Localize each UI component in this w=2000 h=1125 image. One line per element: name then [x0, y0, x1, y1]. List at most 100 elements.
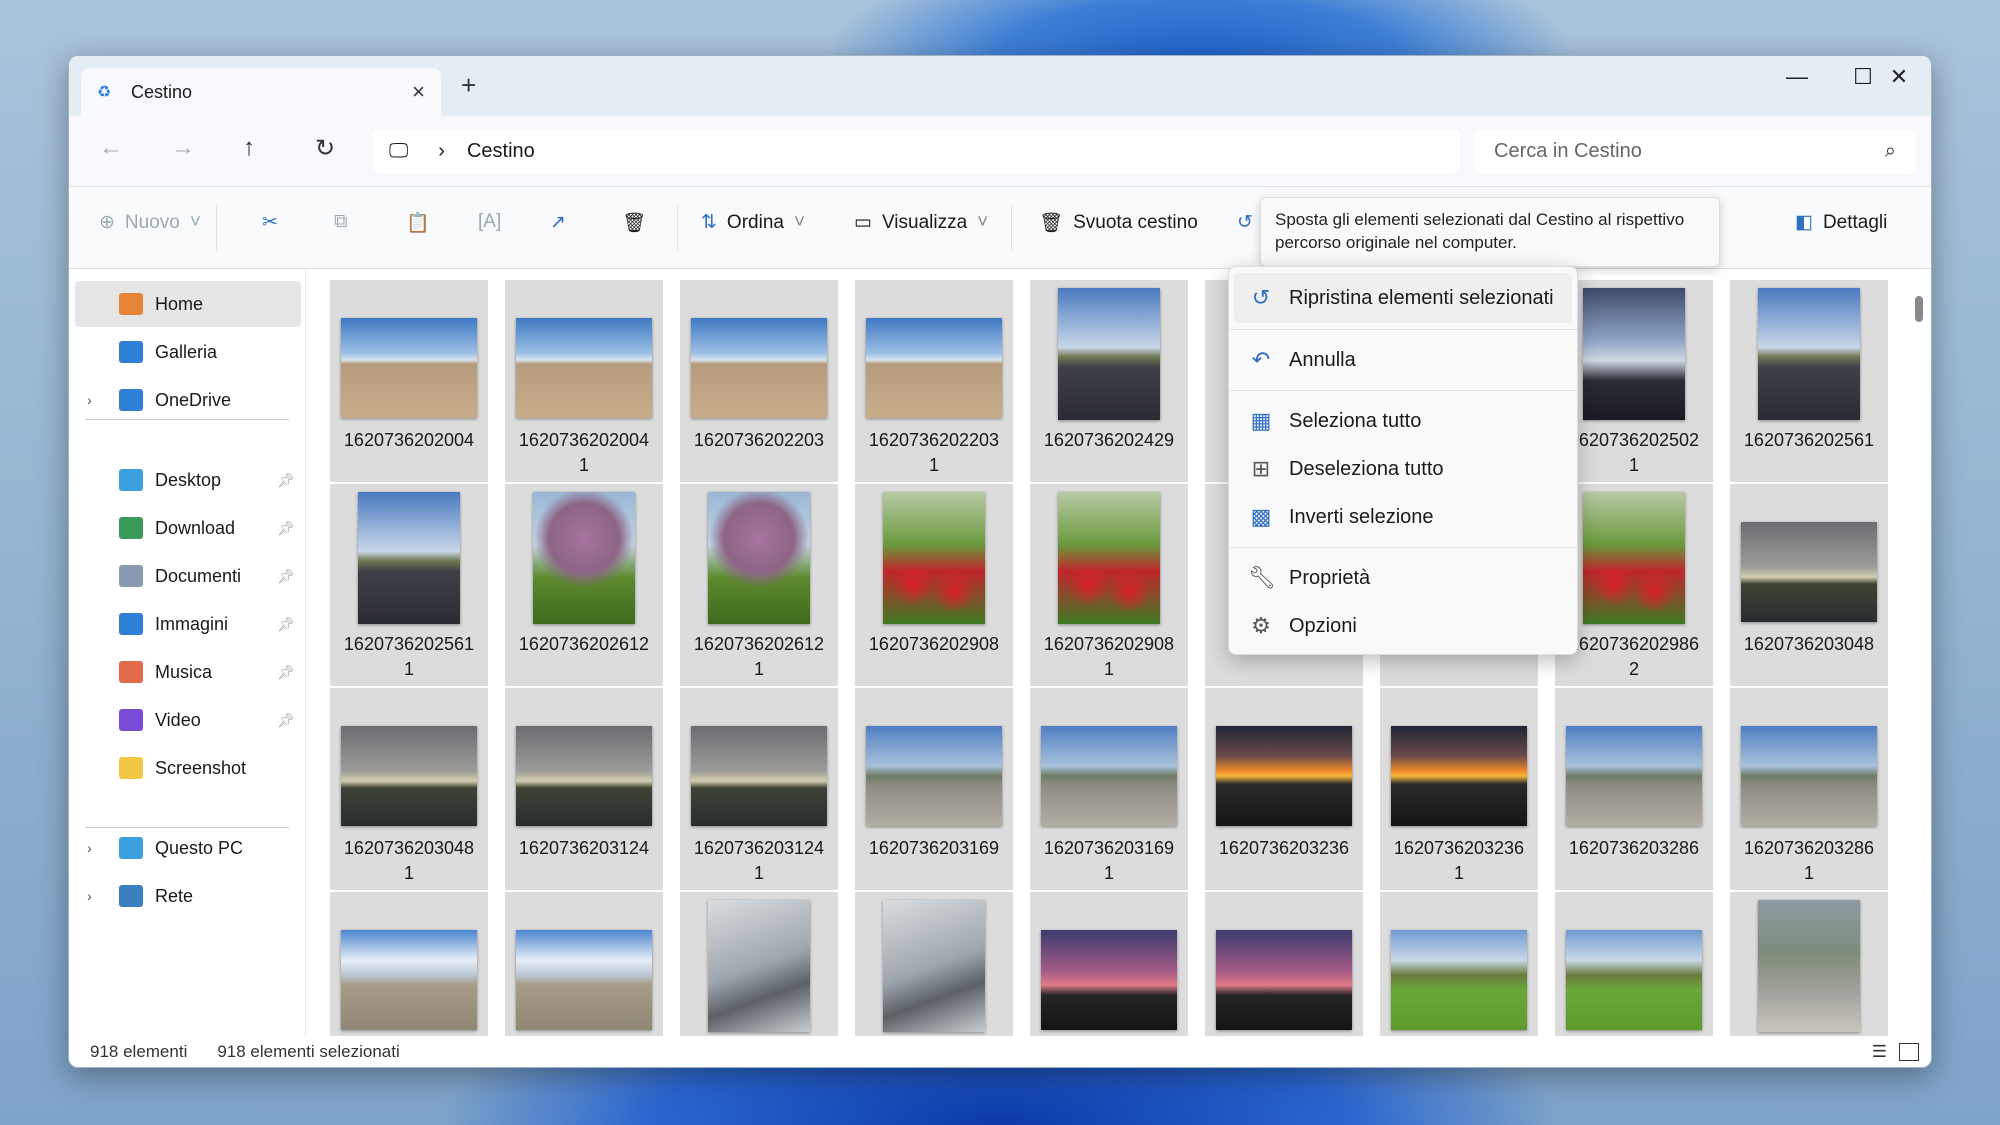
thumbnail	[1741, 522, 1877, 622]
rename-icon[interactable]: [A]	[478, 211, 501, 233]
file-item[interactable]	[1030, 892, 1188, 1036]
new-button[interactable]: ⊕ Nuovo ˅	[99, 211, 201, 234]
expand-chevron-icon[interactable]: ›	[87, 392, 92, 408]
file-item[interactable]: 1620736202612	[505, 484, 663, 686]
file-item[interactable]	[1555, 892, 1713, 1036]
file-item[interactable]: 1620736202004 1	[505, 280, 663, 482]
menu-label: Seleziona tutto	[1289, 409, 1422, 432]
sidebar-item-download[interactable]: Download 📌︎	[75, 505, 301, 551]
minimize-button[interactable]: —	[1767, 64, 1827, 90]
file-item[interactable]: 1620736202986 2	[1555, 484, 1713, 686]
sidebar-item-home[interactable]: Home	[75, 281, 301, 327]
sort-button[interactable]: ⇅ Ordina ˅	[701, 211, 805, 234]
file-item[interactable]	[330, 892, 488, 1036]
file-item[interactable]: 1620736203169 1	[1030, 688, 1188, 890]
sidebar-item-immagini[interactable]: Immagini 📌︎	[75, 601, 301, 647]
sidebar-item-label: Musica	[155, 661, 213, 682]
file-item[interactable]: 1620736203236 1	[1380, 688, 1538, 890]
sidebar-item-musica[interactable]: Musica 📌︎	[75, 649, 301, 695]
file-item[interactable]	[505, 892, 663, 1036]
pin-icon[interactable]: 📌︎	[277, 712, 295, 729]
file-item[interactable]	[1205, 892, 1363, 1036]
close-tab-icon[interactable]: ×	[412, 79, 425, 105]
pin-icon[interactable]: 📌︎	[277, 568, 295, 585]
menu-options[interactable]: ⚙ Opzioni	[1234, 602, 1572, 650]
thumbnail	[1758, 900, 1860, 1032]
file-item[interactable]: 1620736203048 1	[330, 688, 488, 890]
view-button[interactable]: ▭ Visualizza ˅	[854, 211, 988, 234]
file-item[interactable]: 1620736203286	[1555, 688, 1713, 890]
expand-chevron-icon[interactable]: ›	[87, 888, 92, 904]
restore-icon[interactable]: ↺	[1237, 211, 1253, 234]
file-item[interactable]: 1620736203048	[1730, 484, 1888, 686]
paste-icon[interactable]: 📋	[406, 211, 430, 235]
tiles-view-icon[interactable]	[1899, 1043, 1919, 1061]
menu-properties[interactable]: 🔧︎ Proprietà	[1234, 554, 1572, 602]
file-item[interactable]: 1620736202203 1	[855, 280, 1013, 482]
gallery-icon	[119, 341, 143, 363]
up-icon[interactable]: ↑	[243, 134, 255, 162]
new-tab-button[interactable]: +	[461, 70, 476, 101]
search-input[interactable]: Cerca in Cestino ⌕	[1474, 129, 1916, 173]
file-item[interactable]: 1620736202429	[1030, 280, 1188, 482]
file-item[interactable]: 1620736202502 1	[1555, 280, 1713, 482]
refresh-icon[interactable]: ↻	[315, 134, 335, 163]
address-bar[interactable]: 🖵 › Cestino	[373, 129, 1459, 173]
gear-icon: ⚙	[1251, 613, 1271, 638]
empty-recycle-bin-button[interactable]: 🗑 Svuota cestino	[1039, 211, 1198, 235]
file-item[interactable]	[1730, 892, 1888, 1036]
sidebar-item-video[interactable]: Video 📌︎	[75, 697, 301, 743]
pin-icon[interactable]: 📌︎	[277, 520, 295, 537]
file-item[interactable]: 1620736202561	[1730, 280, 1888, 482]
file-item[interactable]	[855, 892, 1013, 1036]
file-item[interactable]: 1620736203169	[855, 688, 1013, 890]
chevron-down-icon: ˅	[977, 211, 989, 233]
search-placeholder: Cerca in Cestino	[1494, 139, 1642, 162]
file-item[interactable]: 1620736202612 1	[680, 484, 838, 686]
back-icon[interactable]: ←	[99, 134, 123, 162]
delete-icon[interactable]: 🗑	[622, 211, 646, 235]
forward-icon[interactable]: →	[171, 134, 195, 162]
sidebar-item-questo-pc[interactable]: › Questo PC	[75, 825, 301, 871]
file-item[interactable]: 1620736203236	[1205, 688, 1363, 890]
menu-undo[interactable]: ↶ Annulla	[1234, 336, 1572, 384]
sidebar-item-onedrive[interactable]: › OneDrive	[75, 377, 301, 423]
menu-select-all[interactable]: ▦ Seleziona tutto	[1234, 397, 1572, 445]
view-icon: ▭	[854, 212, 872, 233]
file-item[interactable]	[1380, 892, 1538, 1036]
view-label: Visualizza	[881, 211, 968, 233]
copy-icon[interactable]: ⧉	[334, 211, 348, 233]
sidebar-item-rete[interactable]: › Rete	[75, 873, 301, 919]
file-item[interactable]	[680, 892, 838, 1036]
breadcrumb[interactable]: Cestino	[467, 140, 535, 163]
file-item[interactable]: 1620736202203	[680, 280, 838, 482]
file-item[interactable]: 1620736202908 1	[1030, 484, 1188, 686]
file-name: 1620736203124 1	[680, 836, 838, 886]
sidebar-item-galleria[interactable]: Galleria	[75, 329, 301, 375]
breadcrumb-chevron-icon[interactable]: ›	[438, 140, 445, 163]
close-window-button[interactable]: ✕	[1869, 64, 1929, 90]
details-view-icon[interactable]: ☰	[1872, 1042, 1887, 1062]
file-item[interactable]: 1620736202561 1	[330, 484, 488, 686]
file-item[interactable]: 1620736202908	[855, 484, 1013, 686]
file-name-suffix: 1	[403, 659, 414, 679]
sidebar-item-desktop[interactable]: Desktop 📌︎	[75, 457, 301, 503]
share-icon[interactable]: ↗	[550, 211, 566, 234]
sidebar-item-screenshot[interactable]: Screenshot	[75, 745, 301, 791]
tab-cestino[interactable]: ♻ Cestino ×	[81, 68, 441, 116]
scrollbar[interactable]	[1915, 296, 1923, 322]
sidebar-item-documenti[interactable]: Documenti 📌︎	[75, 553, 301, 599]
pin-icon[interactable]: 📌︎	[277, 664, 295, 681]
file-item[interactable]: 1620736203124 1	[680, 688, 838, 890]
pin-icon[interactable]: 📌︎	[277, 472, 295, 489]
pin-icon[interactable]: 📌︎	[277, 616, 295, 633]
file-item[interactable]: 1620736202004	[330, 280, 488, 482]
details-button[interactable]: ◧ Dettagli	[1795, 211, 1887, 234]
menu-restore-selected[interactable]: ↺ Ripristina elementi selezionati	[1234, 273, 1572, 323]
cut-icon[interactable]: ✂	[262, 211, 278, 234]
file-item[interactable]: 1620736203286 1	[1730, 688, 1888, 890]
expand-chevron-icon[interactable]: ›	[87, 840, 92, 856]
menu-deselect-all[interactable]: ⊞ Deseleziona tutto	[1234, 445, 1572, 493]
file-item[interactable]: 1620736203124	[505, 688, 663, 890]
menu-invert-selection[interactable]: ▩ Inverti selezione	[1234, 493, 1572, 541]
